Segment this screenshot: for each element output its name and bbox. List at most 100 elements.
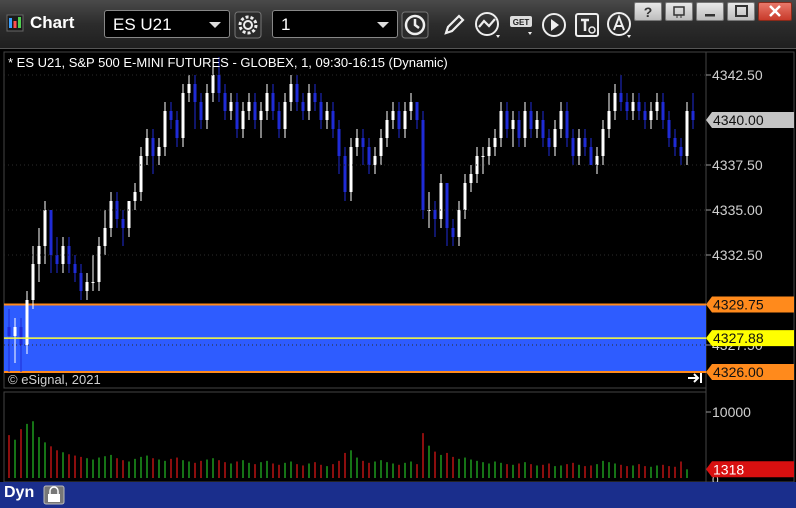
candle-body — [73, 264, 77, 273]
candle-body — [367, 147, 371, 165]
candle-body — [187, 84, 191, 93]
clock-icon[interactable] — [401, 11, 429, 39]
candle-body — [469, 174, 473, 183]
candle-body — [109, 201, 113, 228]
volume-current-label-text: 1318 — [713, 461, 744, 477]
candle-body — [625, 102, 629, 111]
candle-body — [205, 93, 209, 120]
candle-body — [541, 120, 545, 138]
close-button[interactable] — [758, 2, 792, 21]
candle-body — [49, 210, 53, 255]
zone-low-label-text: 4326.00 — [713, 364, 764, 380]
candle-body — [397, 111, 401, 129]
candle-body — [403, 111, 407, 129]
price-tick-label: 4335.00 — [712, 202, 763, 218]
zone-high-label: 4329.75 — [706, 296, 794, 313]
candle-body — [409, 102, 413, 111]
candle-body — [547, 138, 551, 147]
volume-pane[interactable] — [3, 391, 707, 483]
price-tick-label: 4337.50 — [712, 157, 763, 173]
candle-body — [7, 327, 11, 336]
candle-body — [319, 102, 323, 120]
candle-body — [523, 111, 527, 138]
candle-body — [379, 138, 383, 156]
svg-text:GET: GET — [513, 18, 530, 27]
candle-body — [511, 120, 515, 129]
maximize-button[interactable] — [727, 2, 755, 21]
candle-body — [43, 210, 47, 246]
window-title: Chart — [30, 13, 75, 32]
candle-body — [499, 111, 503, 138]
zone-low-label: 4326.00 — [706, 364, 794, 380]
candle-body — [181, 93, 185, 138]
candle-body — [373, 156, 377, 165]
candle-body — [199, 102, 203, 120]
candle-body — [79, 273, 83, 291]
candle-body — [565, 111, 569, 138]
interval-value: 1 — [281, 15, 291, 34]
candle-body — [169, 111, 173, 120]
candle-body — [283, 102, 287, 129]
candle-body — [127, 201, 131, 228]
chart-title: * ES U21, S&P 500 E-MINI FUTURES - GLOBE… — [8, 55, 448, 70]
candle-body — [571, 138, 575, 156]
chart-area[interactable]: 4342.504337.504335.004332.504327.5010000… — [0, 48, 796, 508]
candle-body — [559, 111, 563, 129]
candle-body — [259, 111, 263, 120]
candle-body — [595, 156, 599, 165]
candle-body — [607, 111, 611, 129]
candle-body — [415, 102, 419, 120]
interval-combobox[interactable]: 1 — [272, 10, 398, 38]
study-icon[interactable] — [474, 11, 502, 39]
pencil-icon[interactable] — [440, 11, 468, 39]
get-data-icon[interactable]: GET — [508, 11, 536, 39]
candle-body — [157, 147, 161, 156]
dynamic-label[interactable]: Dyn — [4, 484, 34, 502]
minimize-button[interactable] — [696, 2, 724, 21]
gear-icon[interactable] — [234, 11, 262, 39]
chart-window: Chart ES U21 1 GET ? 4342.50 4337.50 433… — [0, 0, 796, 508]
candle-body — [619, 93, 623, 102]
candle-body — [553, 129, 557, 147]
candle-body — [385, 120, 389, 138]
restore-chart-button[interactable] — [665, 2, 693, 21]
chart-canvas[interactable]: 4342.504337.504335.004332.504327.5010000… — [0, 48, 796, 508]
candle-body — [649, 111, 653, 120]
current-price-label-text: 4327.88 — [713, 330, 764, 346]
price-tick-label: 4332.50 — [712, 247, 763, 263]
symbol-value: ES U21 — [113, 15, 172, 34]
candle-body — [151, 138, 155, 156]
candle-body — [103, 228, 107, 246]
candle-body — [31, 264, 35, 300]
candle-body — [505, 111, 509, 129]
candle-body — [229, 102, 233, 111]
candle-body — [85, 282, 89, 291]
candle-body — [19, 327, 23, 345]
candle-body — [175, 120, 179, 138]
chevron-down-icon[interactable] — [377, 22, 389, 28]
symbol-combobox[interactable]: ES U21 — [104, 10, 230, 38]
candle-body — [133, 192, 137, 201]
lock-icon[interactable] — [43, 485, 65, 505]
copyright-text: © eSignal, 2021 — [8, 372, 101, 387]
candle-body — [451, 228, 455, 237]
chevron-down-icon[interactable] — [209, 22, 221, 28]
candle-body — [667, 120, 671, 138]
candle-body — [325, 111, 329, 120]
play-icon[interactable] — [540, 11, 568, 39]
last-price-label: 4340.00 — [706, 112, 794, 128]
candle-body — [493, 138, 497, 147]
close-icon — [769, 5, 781, 17]
text-tool-icon[interactable] — [573, 11, 601, 39]
alert-icon[interactable] — [606, 11, 634, 39]
current-price-label: 4327.88 — [706, 330, 794, 347]
candle-body — [145, 138, 149, 156]
candle — [349, 138, 353, 201]
candle-body — [433, 210, 437, 219]
candle-body — [253, 102, 257, 120]
maximize-icon — [735, 5, 748, 17]
candle-body — [481, 156, 485, 157]
candle-body — [211, 75, 215, 93]
help-button[interactable]: ? — [634, 2, 662, 21]
restore-icon — [673, 6, 685, 18]
